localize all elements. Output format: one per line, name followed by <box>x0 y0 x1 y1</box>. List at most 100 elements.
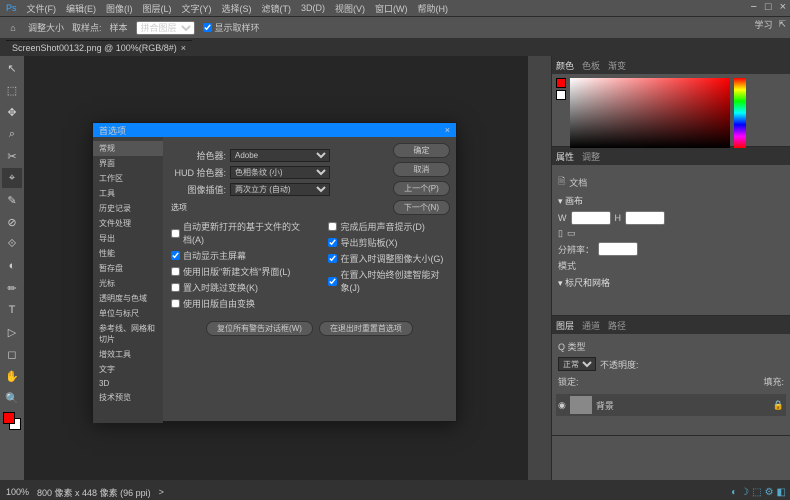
ok-button[interactable]: 确定 <box>393 143 450 158</box>
fg-color[interactable] <box>3 412 15 424</box>
pref-plugins[interactable]: 增效工具 <box>93 347 163 362</box>
crop-tool[interactable]: ✂ <box>2 146 22 166</box>
tab-channels[interactable]: 通道 <box>582 319 600 332</box>
menu-3d[interactable]: 3D(D) <box>301 3 325 13</box>
height-input[interactable] <box>625 211 665 225</box>
interp-select[interactable]: 两次立方 (自动) <box>230 183 330 196</box>
menu-layer[interactable]: 图层(L) <box>143 2 172 15</box>
shape-tool[interactable]: ◻ <box>2 344 22 364</box>
color-swatch[interactable] <box>3 412 21 430</box>
orient-portrait-icon[interactable]: ▯ <box>558 228 563 239</box>
chk-home-screen[interactable] <box>171 251 180 260</box>
pref-export[interactable]: 导出 <box>93 231 163 246</box>
pref-performance[interactable]: 性能 <box>93 246 163 261</box>
pref-guides[interactable]: 参考线、网格和切片 <box>93 321 163 347</box>
pref-general[interactable]: 常规 <box>93 141 163 156</box>
menu-help[interactable]: 帮助(H) <box>418 2 449 15</box>
menu-window[interactable]: 窗口(W) <box>375 2 408 15</box>
tab-properties[interactable]: 属性 <box>556 150 574 163</box>
menu-view[interactable]: 视图(V) <box>335 2 365 15</box>
share-icon[interactable]: ⇱ <box>778 19 786 30</box>
zoom-level[interactable]: 100% <box>6 487 29 497</box>
tab-layers[interactable]: 图层 <box>556 319 574 332</box>
pref-3d[interactable]: 3D <box>93 377 163 390</box>
dodge-tool[interactable]: ◐ <box>2 256 22 276</box>
hud-select[interactable]: 色相条纹 (小) <box>230 166 330 179</box>
layer-thumbnail[interactable] <box>570 396 592 414</box>
reset-warnings-button[interactable]: 复位所有警告对话框(W) <box>206 321 313 336</box>
width-input[interactable] <box>571 211 611 225</box>
zoom-tool[interactable]: 🔍 <box>2 388 22 408</box>
ruler-heading[interactable]: ▾ 标尺和网格 <box>558 276 784 289</box>
stamp-tool[interactable]: ⊘ <box>2 212 22 232</box>
chk-auto-update[interactable] <box>171 229 180 238</box>
dialog-close-button[interactable]: × <box>445 125 450 135</box>
layer-name[interactable]: 背景 <box>596 399 614 412</box>
magic-wand-tool[interactable]: ⌕ <box>2 124 22 144</box>
chk-resize-place[interactable] <box>328 254 337 263</box>
next-button[interactable]: 下一个(N) <box>393 200 450 215</box>
tab-paths[interactable]: 路径 <box>608 319 626 332</box>
tray-icon-4[interactable]: ⚙ <box>765 487 774 498</box>
tab-adjustments[interactable]: 调整 <box>582 150 600 163</box>
tab-swatches[interactable]: 色板 <box>582 59 600 72</box>
menu-image[interactable]: 图像(I) <box>106 2 133 15</box>
chk-legacy-free[interactable] <box>171 299 180 308</box>
pref-cursors[interactable]: 光标 <box>93 276 163 291</box>
document-tab-close[interactable]: × <box>181 43 186 53</box>
status-arrow[interactable]: > <box>159 487 164 497</box>
orient-landscape-icon[interactable]: ▭ <box>567 228 576 239</box>
fg-swatch[interactable] <box>556 78 566 88</box>
minimize-button[interactable]: − <box>750 1 756 13</box>
pref-workspace[interactable]: 工作区 <box>93 171 163 186</box>
picker-select[interactable]: Adobe <box>230 149 330 162</box>
gradient-tool[interactable]: ⟐ <box>2 234 22 254</box>
show-sample-ring-checkbox[interactable] <box>203 23 212 32</box>
prev-button[interactable]: 上一个(P) <box>393 181 450 196</box>
tray-icon-3[interactable]: ⬚ <box>752 487 761 498</box>
pref-units[interactable]: 单位与标尺 <box>93 306 163 321</box>
options-dropdown[interactable]: 拼合图层 <box>136 21 195 35</box>
type-tool[interactable]: T <box>2 300 22 320</box>
chk-export-clipboard[interactable] <box>328 238 337 247</box>
canvas-heading[interactable]: ▾ 画布 <box>558 194 784 207</box>
pref-tools[interactable]: 工具 <box>93 186 163 201</box>
menu-edit[interactable]: 编辑(E) <box>66 2 96 15</box>
menu-file[interactable]: 文件(F) <box>27 2 57 15</box>
maximize-button[interactable]: □ <box>765 1 772 13</box>
learn-tab[interactable]: 学习 <box>754 18 772 31</box>
reset-on-quit-button[interactable]: 在退出时重置首选项 <box>319 321 413 336</box>
chk-beep[interactable] <box>328 222 337 231</box>
chk-legacy-new[interactable] <box>171 267 180 276</box>
tab-gradients[interactable]: 渐变 <box>608 59 626 72</box>
menu-filter[interactable]: 滤镜(T) <box>262 2 292 15</box>
close-button[interactable]: × <box>780 1 786 13</box>
dialog-titlebar[interactable]: 首选项 × <box>93 123 456 137</box>
pref-type[interactable]: 文字 <box>93 362 163 377</box>
brush-tool[interactable]: ✎ <box>2 190 22 210</box>
tab-color[interactable]: 颜色 <box>556 59 574 72</box>
menu-type[interactable]: 文字(Y) <box>182 2 212 15</box>
chk-skip-transform[interactable] <box>171 283 180 292</box>
hue-slider[interactable] <box>734 78 746 148</box>
options-sample-value[interactable]: 样本 <box>110 21 128 34</box>
pref-scratch[interactable]: 暂存盘 <box>93 261 163 276</box>
tray-icon-2[interactable]: ☽ <box>740 487 749 498</box>
visibility-icon[interactable]: ◉ <box>558 400 566 411</box>
eyedropper-tool[interactable]: ⌖ <box>2 168 22 188</box>
collapsed-panel-strip[interactable] <box>528 56 552 480</box>
tray-icon-5[interactable]: ◧ <box>777 487 786 498</box>
path-tool[interactable]: ▷ <box>2 322 22 342</box>
lasso-tool[interactable]: ✥ <box>2 102 22 122</box>
document-tab[interactable]: ScreenShot00132.png @ 100%(RGB/8#) × <box>6 40 192 55</box>
marquee-tool[interactable]: ⬚ <box>2 80 22 100</box>
bg-swatch[interactable] <box>556 90 566 100</box>
pen-tool[interactable]: ✏ <box>2 278 22 298</box>
blend-mode-select[interactable]: 正常 <box>558 357 596 371</box>
pref-techpreview[interactable]: 技术预览 <box>93 390 163 405</box>
pref-history[interactable]: 历史记录 <box>93 201 163 216</box>
cancel-button[interactable]: 取消 <box>393 162 450 177</box>
pref-transparency[interactable]: 透明度与色域 <box>93 291 163 306</box>
pref-interface[interactable]: 界面 <box>93 156 163 171</box>
layer-row[interactable]: ◉ 背景 🔒 <box>556 394 786 416</box>
